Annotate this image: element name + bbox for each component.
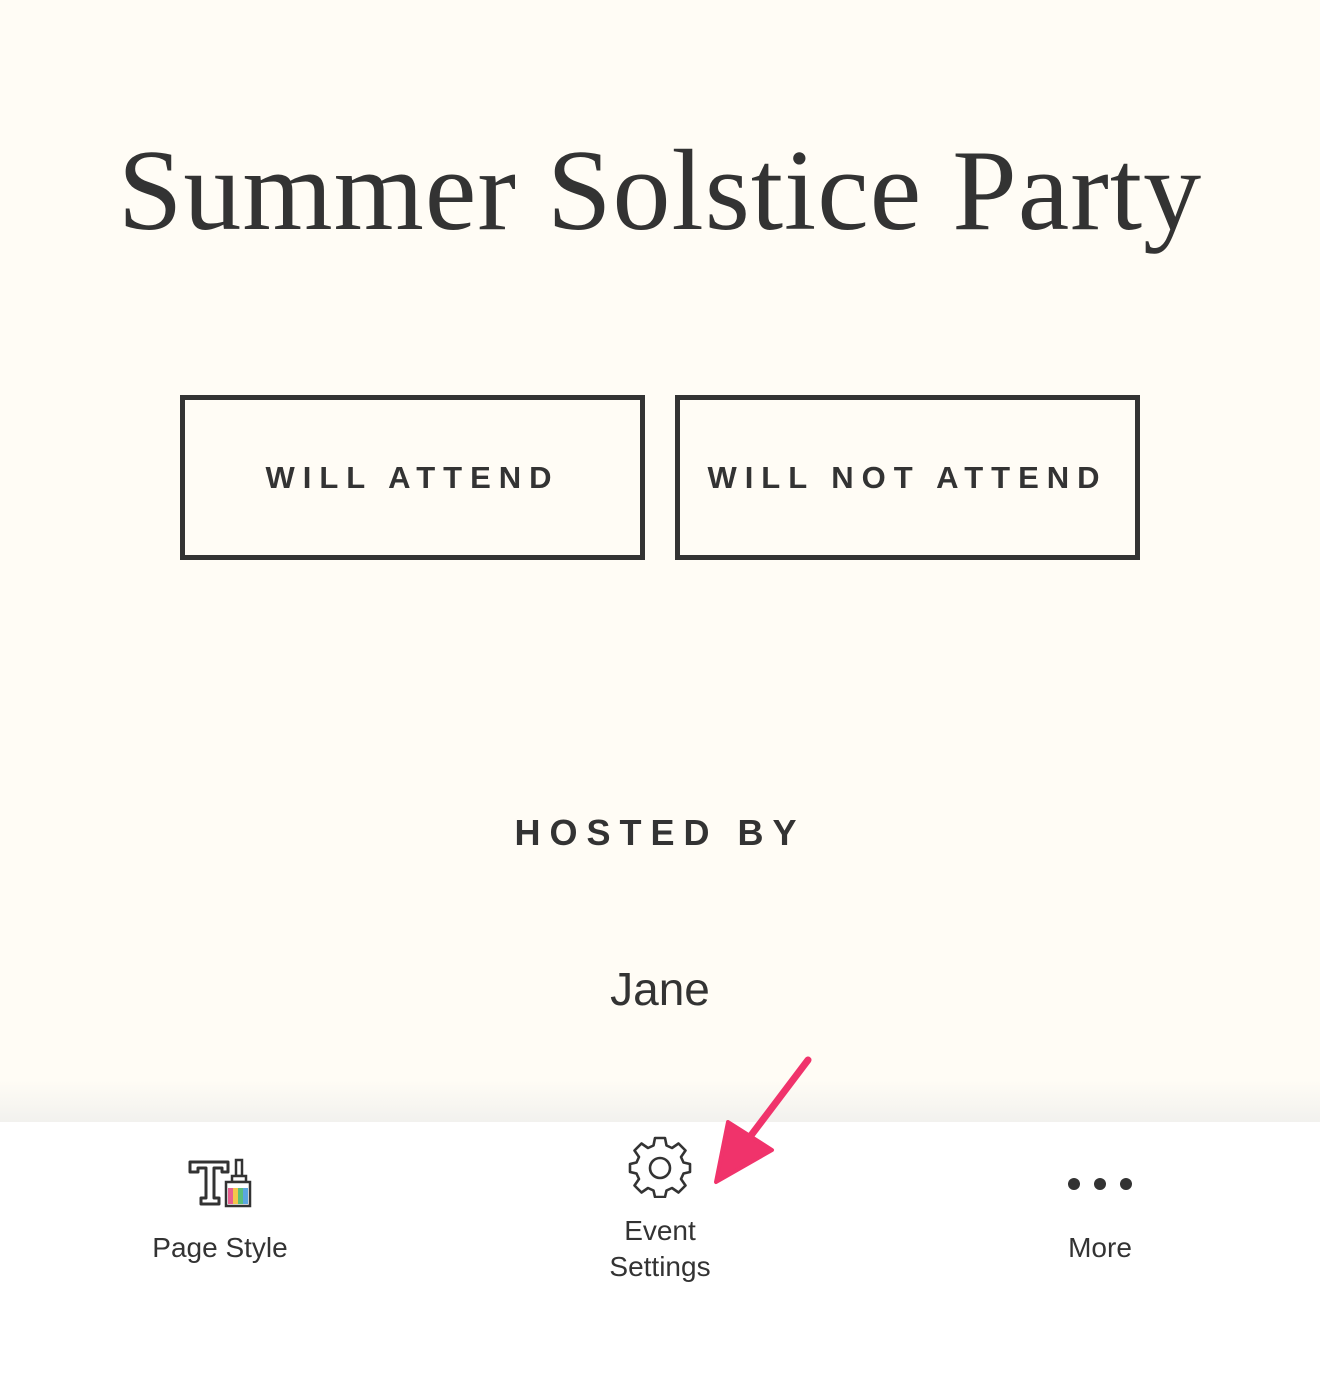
event-settings-button[interactable]: Event Settings — [440, 1122, 880, 1322]
toolbar-shadow — [0, 1080, 1320, 1122]
will-not-attend-button[interactable]: WILL NOT ATTEND — [675, 395, 1140, 560]
typography-brush-icon — [0, 1158, 440, 1210]
more-dots-icon — [880, 1172, 1320, 1196]
event-page: Summer Solstice Party WILL ATTEND WILL N… — [0, 0, 1320, 1122]
will-attend-button[interactable]: WILL ATTEND — [180, 395, 645, 560]
will-attend-label: WILL ATTEND — [265, 459, 560, 495]
page-style-label: Page Style — [152, 1232, 288, 1263]
more-label: More — [1068, 1232, 1132, 1263]
bottom-toolbar: Page Style Event Settings More — [0, 1122, 1320, 1394]
page-style-button[interactable]: Page Style — [0, 1122, 440, 1322]
hosted-by-heading: HOSTED BY — [514, 812, 806, 853]
event-settings-label: Event Settings — [609, 1215, 711, 1282]
event-title: Summer Solstice Party — [117, 127, 1203, 255]
gear-icon — [440, 1134, 880, 1198]
host-name: Jane — [610, 963, 710, 1015]
more-button[interactable]: More — [880, 1122, 1320, 1322]
will-not-attend-label: WILL NOT ATTEND — [707, 459, 1108, 495]
